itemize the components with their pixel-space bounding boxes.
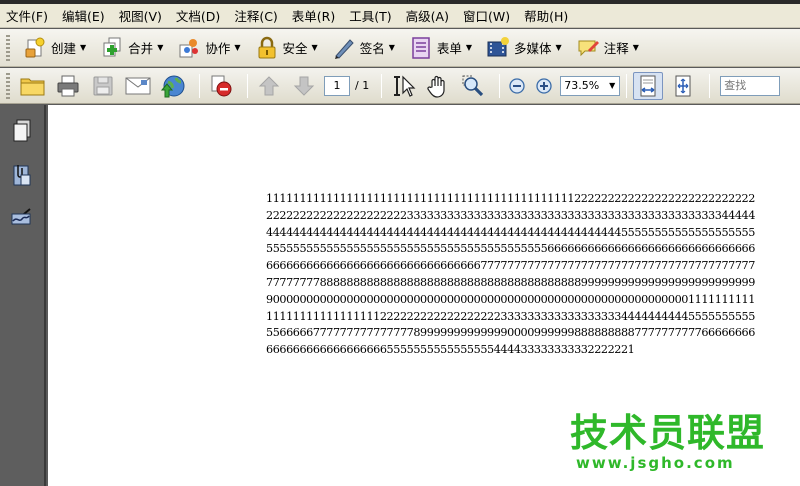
attachments-panel-button[interactable]	[8, 161, 36, 189]
menu-view[interactable]: 视图(V)	[119, 6, 162, 25]
signature-icon	[11, 208, 31, 225]
menu-bar: 文件(F) 编辑(E) 视图(V) 文档(D) 注释(C) 表单(R) 工具(T…	[0, 4, 800, 28]
chevron-down-icon: ▼	[555, 43, 562, 52]
open-button[interactable]	[18, 72, 48, 100]
toolbar-separator	[247, 73, 248, 98]
toolbar-grip[interactable]	[6, 72, 10, 99]
printer-icon	[57, 75, 79, 96]
select-tool-button[interactable]	[388, 72, 418, 100]
zoom-in-icon	[536, 77, 552, 94]
page-number-input[interactable]	[324, 75, 350, 96]
menu-window[interactable]: 窗口(W)	[463, 6, 510, 25]
folder-icon	[20, 78, 45, 95]
signatures-panel-button[interactable]	[8, 203, 36, 231]
lock-icon	[255, 36, 279, 60]
comment-bubble-icon	[576, 36, 600, 60]
fit-width-icon	[640, 75, 656, 96]
toolbar-separator	[709, 73, 711, 98]
next-page-button[interactable]	[289, 72, 319, 100]
toolbar-separator	[626, 73, 628, 98]
pen-icon	[332, 36, 356, 60]
document-text: 1111111111111111111111111111111111111111…	[266, 192, 755, 357]
combine-button[interactable]: 合并 ▼	[95, 33, 168, 63]
chevron-down-icon: ▼	[632, 43, 639, 52]
watermark-url: www.jsgho.com	[576, 454, 735, 472]
chevron-down-icon: ▼	[234, 43, 241, 52]
menu-tools[interactable]: 工具(T)	[349, 6, 391, 25]
collaborate-icon	[177, 36, 201, 60]
previous-page-button[interactable]	[254, 72, 284, 100]
menu-advanced[interactable]: 高级(A)	[406, 6, 449, 25]
watermark: 技术员联盟 www.jsgho.com	[570, 412, 790, 472]
magnifier-icon	[462, 75, 484, 96]
fit-width-button[interactable]	[633, 71, 664, 100]
zoom-tool-button[interactable]	[458, 72, 488, 100]
collaborate-button[interactable]: 协作 ▼	[172, 33, 245, 63]
zoom-out-icon	[509, 77, 525, 94]
toolbar-separator	[499, 73, 501, 98]
floppy-disk-icon	[93, 76, 113, 95]
globe-upload-icon	[160, 75, 185, 97]
arrow-down-icon	[293, 76, 315, 96]
create-pdf-icon	[23, 36, 47, 60]
save-button[interactable]	[88, 72, 118, 100]
search-input[interactable]	[720, 75, 781, 96]
pages-panel-button[interactable]	[8, 117, 36, 145]
chevron-down-icon[interactable]: ▼	[605, 81, 619, 90]
sign-button[interactable]: 签名 ▼	[327, 33, 400, 63]
multimedia-button[interactable]: 多媒体 ▼	[481, 33, 567, 63]
chevron-down-icon: ▼	[388, 43, 395, 52]
chevron-down-icon: ▼	[157, 43, 164, 52]
fit-page-icon	[675, 75, 691, 96]
form-icon	[409, 36, 433, 60]
hand-tool-button[interactable]	[423, 72, 453, 100]
security-settings-button[interactable]	[206, 72, 236, 100]
attachment-icon	[13, 165, 31, 186]
zoom-in-button[interactable]	[533, 72, 555, 100]
comment-button[interactable]: 注释 ▼	[571, 33, 644, 63]
pages-icon	[13, 119, 31, 142]
zoom-level-select[interactable]: ▼	[560, 75, 621, 96]
menu-file[interactable]: 文件(F)	[6, 6, 48, 25]
forms-button[interactable]: 表单 ▼	[404, 33, 477, 63]
page-total-label: / 1	[355, 79, 370, 92]
arrow-up-icon	[258, 75, 280, 95]
film-icon	[486, 36, 510, 60]
watermark-title: 技术员联盟	[570, 411, 766, 455]
hand-icon	[427, 75, 445, 98]
toolbar-grip[interactable]	[6, 34, 10, 61]
create-button[interactable]: 创建 ▼	[18, 33, 91, 63]
upload-button[interactable]	[158, 72, 188, 100]
zoom-level-input[interactable]	[561, 76, 606, 95]
task-toolbar: 创建 ▼ 合并 ▼ 协作 ▼ 安全 ▼ 签名 ▼ 表单 ▼ 多媒体 ▼ 注释 ▼	[0, 29, 800, 67]
navigation-panel	[0, 105, 46, 486]
fit-page-button[interactable]	[668, 72, 698, 100]
combine-files-icon	[100, 36, 124, 60]
email-button[interactable]	[123, 72, 153, 100]
print-button[interactable]	[53, 72, 83, 100]
menu-forms[interactable]: 表单(R)	[292, 6, 335, 25]
menu-help[interactable]: 帮助(H)	[524, 6, 568, 25]
security-stop-icon	[211, 75, 232, 96]
toolbar-separator	[381, 73, 383, 98]
zoom-out-button[interactable]	[506, 72, 528, 100]
chevron-down-icon: ▼	[311, 43, 318, 52]
toolbar-separator	[199, 73, 200, 98]
menu-edit[interactable]: 编辑(E)	[62, 6, 105, 25]
chevron-down-icon: ▼	[80, 43, 87, 52]
chevron-down-icon: ▼	[465, 43, 473, 52]
secure-button[interactable]: 安全 ▼	[250, 33, 323, 63]
menu-comments[interactable]: 注释(C)	[234, 6, 277, 25]
standard-toolbar: / 1 ▼	[0, 68, 800, 104]
menu-document[interactable]: 文档(D)	[176, 6, 220, 25]
envelope-icon	[125, 77, 151, 94]
text-cursor-icon	[394, 75, 416, 97]
